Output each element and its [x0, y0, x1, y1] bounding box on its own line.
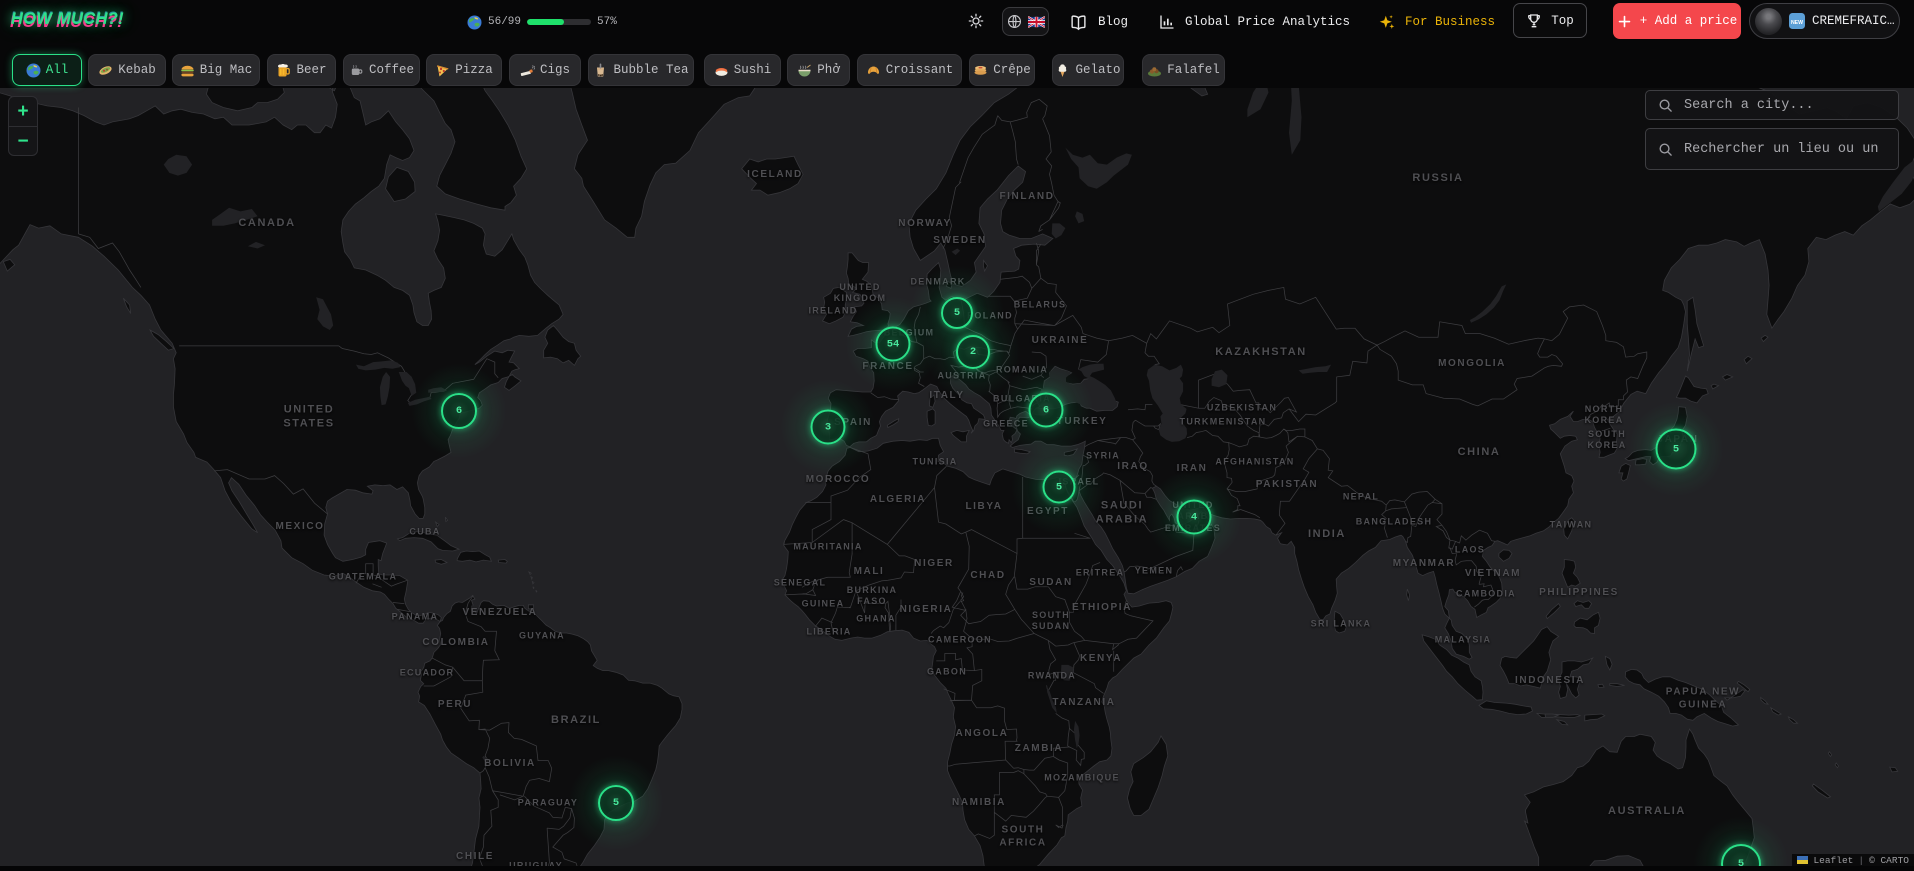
svg-text:NEW: NEW: [1791, 20, 1803, 26]
